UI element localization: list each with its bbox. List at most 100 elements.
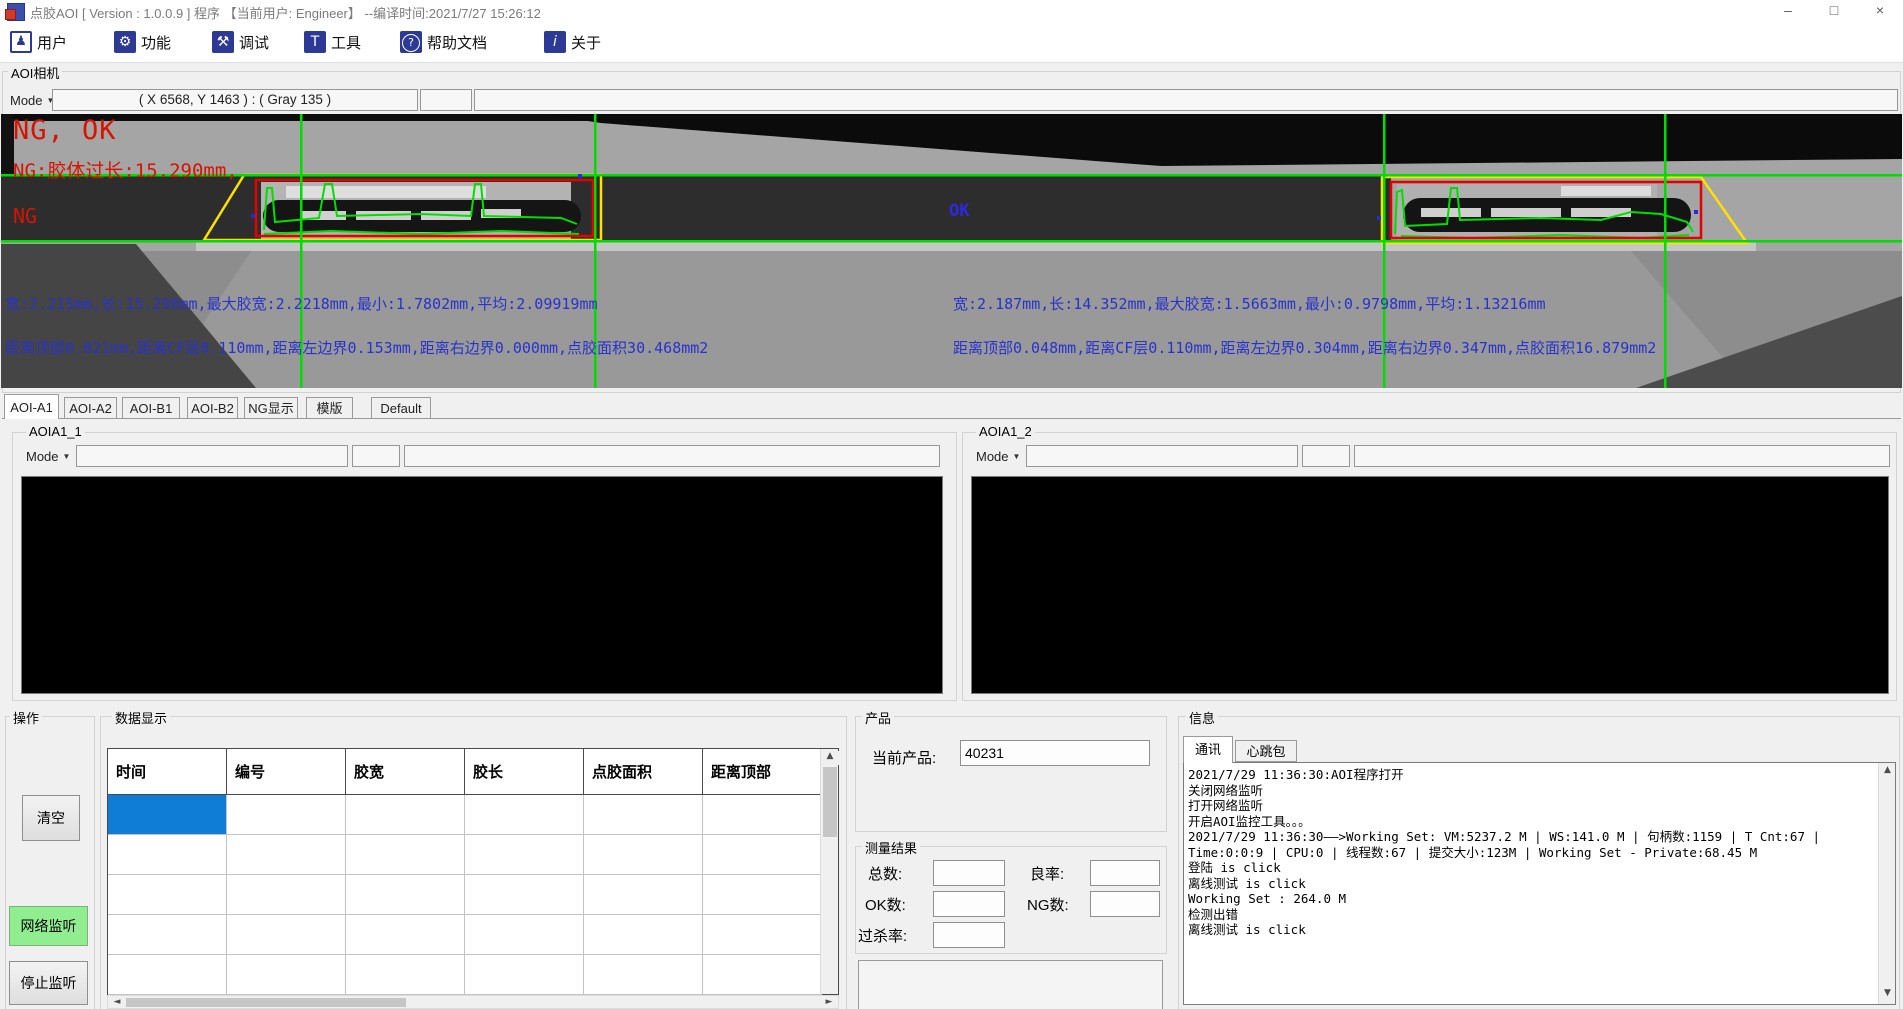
- tab-aoi-b1[interactable]: AOI-B1: [122, 397, 180, 418]
- scroll-down-icon[interactable]: ▼: [1879, 988, 1896, 1002]
- log-line: 2021/7/29 11:36:30——>Working Set: VM:523…: [1184, 829, 1895, 845]
- result-summary-text: NG, OK: [13, 115, 117, 146]
- panel1-mode-box-3[interactable]: [404, 445, 940, 467]
- scroll-right-icon[interactable]: ►: [822, 997, 836, 1008]
- menu-about[interactable]: i 关于: [540, 29, 605, 55]
- left-measure-line1: 宽:2.215mm,长:15.290mm,最大胶宽:2.2218mm,最小:1.…: [5, 293, 598, 314]
- current-product-label: 当前产品:: [872, 747, 936, 768]
- tab-heartbeat[interactable]: 心跳包: [1235, 740, 1297, 762]
- panel2-mode-dropdown[interactable]: Mode ▼: [972, 445, 1024, 467]
- total-value-box: [933, 860, 1005, 886]
- results-group-label: 测量结果: [862, 838, 920, 857]
- col-header-glue-width[interactable]: 胶宽: [346, 749, 465, 795]
- left-flag-text: NG: [13, 204, 37, 228]
- ng-reason-text: NG:胶体过长:15.290mm,: [13, 156, 238, 183]
- data-table: 时间 编号 胶宽 胶长 点胶面积 距离顶部: [107, 748, 839, 995]
- scroll-up-icon[interactable]: ▲: [1879, 765, 1896, 779]
- table-row[interactable]: [108, 835, 822, 875]
- left-glue-region: [204, 175, 601, 240]
- panel1-mode-box-2[interactable]: [352, 445, 400, 467]
- log-vertical-scrollbar[interactable]: ▲ ▼: [1878, 763, 1896, 1004]
- scroll-thumb[interactable]: [823, 767, 837, 837]
- panel2-image-canvas[interactable]: [971, 476, 1889, 694]
- user-icon: ♟: [10, 31, 32, 53]
- col-header-glue-length[interactable]: 胶长: [465, 749, 584, 795]
- app-icon: [7, 3, 25, 21]
- camera-image[interactable]: NG, OK NG:胶体过长:15.290mm, NG OK 宽:2.215mm…: [1, 114, 1902, 388]
- tab-template[interactable]: 模版: [306, 397, 353, 418]
- left-measure-line2: 距离顶部0.021mm,距离CF层0.110mm,距离左边界0.153mm,距离…: [5, 337, 708, 358]
- panel2-group-label: AOIA1_2: [976, 424, 1035, 439]
- col-header-glue-area[interactable]: 点胶面积: [584, 749, 703, 795]
- col-header-time[interactable]: 时间: [108, 749, 227, 795]
- wrench-icon: ⚒: [212, 31, 234, 53]
- table-header-row: 时间 编号 胶宽 胶长 点胶面积 距离顶部: [108, 749, 822, 795]
- panel2-mode-box-2[interactable]: [1302, 445, 1350, 467]
- panel1-mode-dropdown[interactable]: Mode ▼: [22, 445, 74, 467]
- table-horizontal-scrollbar[interactable]: ◄ ►: [107, 995, 839, 1009]
- panel2-mode-box-1[interactable]: [1026, 445, 1298, 467]
- table-row[interactable]: [108, 915, 822, 955]
- tab-ng-display[interactable]: NG显示: [244, 397, 298, 418]
- right-flag-text: OK: [949, 201, 969, 221]
- clear-button[interactable]: 清空: [22, 795, 80, 841]
- app-window: 点胶AOI [ Version : 1.0.0.9 ] 程序 【当前用户: En…: [0, 0, 1903, 1009]
- menu-tools[interactable]: T 工具: [300, 29, 365, 55]
- ng-count-value-box: [1090, 891, 1160, 917]
- table-vertical-scrollbar[interactable]: ▲: [820, 749, 838, 994]
- tab-aoi-a2[interactable]: AOI-A2: [64, 397, 117, 418]
- help-icon: ?: [400, 31, 422, 53]
- right-measure-line2: 距离顶部0.048mm,距离CF层0.110mm,距离左边界0.304mm,距离…: [953, 337, 1656, 358]
- current-product-input[interactable]: [960, 740, 1150, 766]
- panel2-mode-box-3[interactable]: [1354, 445, 1890, 467]
- gear-icon: ⚙: [114, 31, 136, 53]
- table-row[interactable]: [108, 875, 822, 915]
- panel1-image-canvas[interactable]: [21, 476, 943, 694]
- panel1-mode-box-1[interactable]: [76, 445, 348, 467]
- tab-aoi-b2[interactable]: AOI-B2: [187, 397, 238, 418]
- pixel-readout: ( X 6568, Y 1463 ) : ( Gray 135 ): [52, 89, 418, 111]
- window-title: 点胶AOI [ Version : 1.0.0.9 ] 程序 【当前用户: En…: [30, 3, 541, 22]
- camera-mode-box-2[interactable]: [420, 89, 472, 111]
- log-line: 开启AOI监控工具。。。: [1184, 814, 1895, 830]
- scroll-up-icon[interactable]: ▲: [821, 751, 839, 765]
- total-label: 总数:: [868, 863, 902, 884]
- log-output[interactable]: 2021/7/29 11:36:30:AOI程序打开 关闭网络监听 打开网络监听…: [1183, 762, 1896, 1005]
- chevron-down-icon: ▼: [1013, 452, 1021, 461]
- log-line: Working Set : 264.0 M: [1184, 891, 1895, 907]
- log-line: 登陆 is click: [1184, 860, 1895, 876]
- log-line: 关闭网络监听: [1184, 783, 1895, 799]
- scroll-left-icon[interactable]: ◄: [110, 997, 124, 1008]
- tools-icon: T: [304, 31, 326, 53]
- col-header-id[interactable]: 编号: [227, 749, 346, 795]
- selected-cell[interactable]: [108, 795, 227, 835]
- tab-comm[interactable]: 通讯: [1183, 736, 1233, 763]
- table-row[interactable]: [108, 795, 822, 835]
- network-listen-button[interactable]: 网络监听: [9, 906, 88, 946]
- menu-help[interactable]: ? 帮助文档: [396, 29, 491, 55]
- log-line: 2021/7/29 11:36:30:AOI程序打开: [1184, 767, 1895, 783]
- overkill-value-box: [933, 922, 1005, 948]
- minimize-button[interactable]: –: [1765, 0, 1811, 22]
- scroll-thumb[interactable]: [126, 998, 406, 1007]
- table-row[interactable]: [108, 955, 822, 995]
- camera-group-label: AOI相机: [8, 63, 62, 82]
- right-measure-line1: 宽:2.187mm,长:14.352mm,最大胶宽:1.5663mm,最小:0.…: [953, 293, 1546, 314]
- overkill-label: 过杀率:: [858, 925, 907, 946]
- camera-mode-dropdown[interactable]: Mode ▼: [6, 89, 58, 111]
- ok-count-label: OK数:: [865, 894, 906, 915]
- menu-debug[interactable]: ⚒ 调试: [208, 29, 273, 55]
- menu-function[interactable]: ⚙ 功能: [110, 29, 175, 55]
- menu-user[interactable]: ♟ 用户: [6, 29, 71, 55]
- camera-mode-box-3[interactable]: [474, 89, 1898, 111]
- maximize-button[interactable]: □: [1811, 0, 1857, 22]
- yield-value-box: [1090, 860, 1160, 886]
- col-header-top-distance[interactable]: 距离顶部: [703, 749, 822, 795]
- operations-group-label: 操作: [10, 708, 42, 727]
- ng-count-label: NG数:: [1027, 894, 1069, 915]
- stop-listen-button[interactable]: 停止监听: [9, 961, 88, 1005]
- tab-aoi-a1[interactable]: AOI-A1: [4, 394, 59, 419]
- spare-panel: [858, 960, 1163, 1009]
- tab-default[interactable]: Default: [371, 397, 431, 418]
- close-button[interactable]: ×: [1857, 0, 1903, 22]
